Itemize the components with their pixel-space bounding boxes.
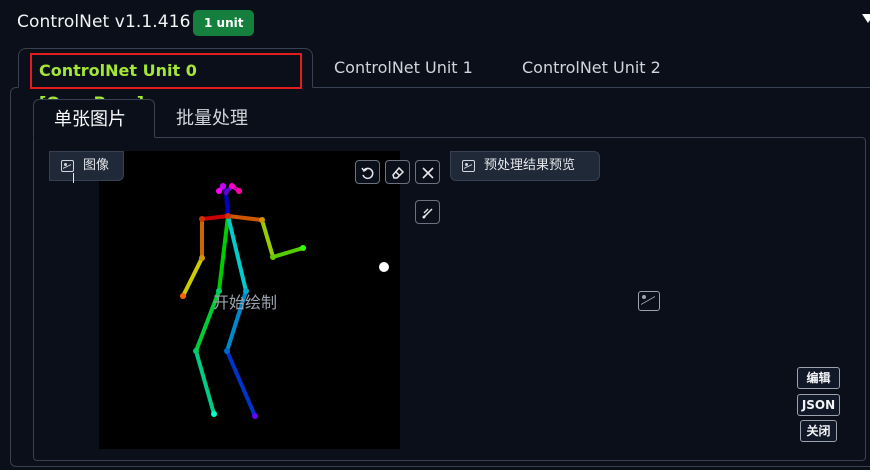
tab-single-image[interactable]: 单张图片: [33, 99, 155, 138]
image-icon: [462, 160, 475, 172]
image-block-label: 图像: [49, 151, 124, 181]
brush-size-dot: [379, 262, 389, 272]
json-button[interactable]: JSON: [797, 394, 840, 416]
image-icon: [61, 160, 74, 172]
eraser-icon: [392, 166, 405, 179]
tab-unit-2[interactable]: ControlNet Unit 2: [504, 48, 679, 88]
triangle-down-icon[interactable]: [862, 14, 870, 23]
panel-title: ControlNet v1.1.416: [17, 12, 191, 32]
image-placeholder-icon: [638, 291, 660, 311]
close-icon: [422, 167, 434, 179]
tab-unit-1[interactable]: ControlNet Unit 1: [316, 48, 491, 88]
tab-unit-0[interactable]: ControlNet Unit 0 [OpenPose]: [18, 48, 313, 112]
undo-icon: [361, 167, 374, 180]
tab-batch[interactable]: 批量处理: [156, 99, 268, 138]
edit-button[interactable]: 编辑: [797, 367, 840, 389]
unit-count-badge: 1 unit: [193, 10, 255, 36]
eraser-button[interactable]: [385, 160, 410, 184]
brush-icon: [422, 208, 433, 219]
close-button[interactable]: 关闭: [800, 420, 837, 442]
image-block-label-text: 图像: [83, 158, 110, 173]
tab-unit-0-label: ControlNet Unit 0 [OpenPose]: [30, 53, 302, 112]
undo-button[interactable]: [355, 160, 380, 184]
preview-block-label-text: 预处理结果预览: [484, 158, 576, 173]
start-drawing-text: 开始绘制: [213, 293, 278, 312]
text-cursor: [73, 173, 74, 183]
preview-block-label: 预处理结果预览: [450, 151, 600, 181]
controlnet-header[interactable]: ControlNet v1.1.416 1 unit: [0, 0, 870, 44]
brush-button[interactable]: [415, 200, 440, 224]
pose-canvas[interactable]: 开始绘制: [99, 151, 400, 449]
close-image-button[interactable]: [415, 160, 440, 184]
